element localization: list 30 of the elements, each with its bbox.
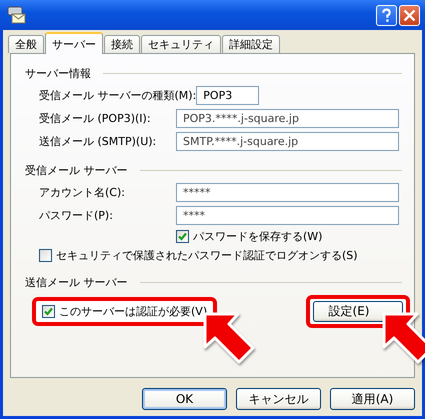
dialog-button[interactable]: 適用(A) — [330, 388, 415, 410]
text-field[interactable]: ***** — [176, 183, 399, 202]
field-label: 受信メール サーバーの種類(M): — [39, 88, 196, 103]
tab[interactable]: 接続 — [104, 35, 140, 53]
text-field[interactable]: POP3 — [196, 86, 260, 105]
section-title: 受信メール サーバー — [25, 162, 128, 178]
tab[interactable]: セキュリティ — [141, 35, 221, 53]
tab[interactable]: サーバー — [45, 32, 103, 54]
tab[interactable]: 全般 — [8, 35, 44, 53]
checkbox[interactable] — [176, 230, 189, 243]
text-field[interactable]: SMTP.****.j-square.jp — [176, 132, 399, 151]
field-label: 受信メール (POP3)(I): — [39, 111, 152, 126]
field-label: パスワード(P): — [39, 208, 114, 223]
checkbox[interactable] — [39, 249, 52, 262]
settings-button[interactable]: 設定(E) — [313, 300, 403, 322]
help-button[interactable] — [376, 4, 397, 26]
text-field[interactable]: **** — [176, 206, 399, 225]
text-field[interactable]: POP3.****.j-square.jp — [176, 109, 399, 128]
section-title: 送信メール サーバー — [25, 274, 128, 290]
checkbox-label[interactable]: セキュリティで保護されたパスワード認証でログオンする(S) — [56, 248, 358, 263]
field-label: 送信メール (SMTP)(U): — [39, 134, 158, 149]
section-title: サーバー情報 — [25, 66, 92, 80]
close-button[interactable] — [399, 4, 420, 26]
dialog-button[interactable]: OK — [142, 388, 227, 410]
dialog-button[interactable]: キャンセル — [236, 388, 321, 410]
checkbox-label[interactable]: パスワードを保存する(W) — [193, 229, 322, 244]
checkbox[interactable] — [42, 304, 55, 318]
tab[interactable]: 詳細設定 — [222, 35, 280, 53]
mail-server-icon — [6, 6, 26, 24]
field-label: アカウント名(C): — [39, 185, 126, 200]
